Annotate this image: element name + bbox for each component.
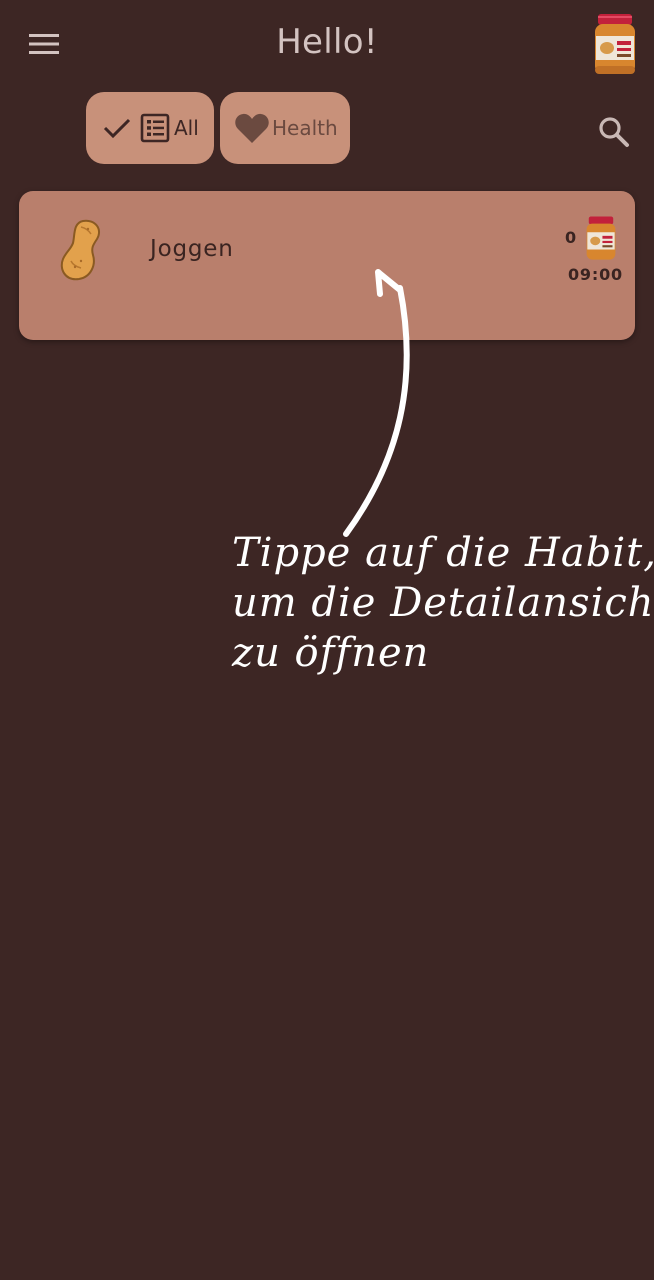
hint-line: zu öffnen — [232, 630, 430, 676]
hint-arrow — [343, 269, 410, 537]
search-button[interactable] — [592, 110, 636, 154]
heart-icon — [235, 113, 269, 143]
hint-text: Tippe auf die Habit, um die Detailansich… — [232, 528, 654, 678]
hint-line: Tippe auf die Habit, — [232, 530, 654, 576]
habit-count: 0 — [565, 228, 577, 247]
habit-card[interactable]: Joggen 0 09:00 — [19, 191, 635, 340]
check-icon — [103, 118, 131, 139]
hint-line: um die Detailansicht — [232, 580, 654, 626]
page-title: Hello! — [276, 22, 378, 62]
profile-button[interactable] — [590, 12, 640, 76]
peanut-butter-jar-icon — [595, 14, 635, 74]
filter-chip-health-label: Health — [272, 116, 338, 140]
habit-name: Joggen — [150, 236, 234, 262]
peanut-butter-jar-icon — [586, 216, 616, 260]
filter-chip-all-label: All — [174, 116, 199, 140]
peanut-icon — [60, 219, 101, 281]
filter-chip-all[interactable]: All — [86, 92, 214, 164]
list-icon — [140, 113, 170, 143]
search-icon — [599, 117, 629, 147]
filter-chip-health[interactable]: Health — [220, 92, 350, 164]
habit-time: 09:00 — [568, 265, 623, 284]
app-bar: Hello! — [0, 0, 654, 88]
